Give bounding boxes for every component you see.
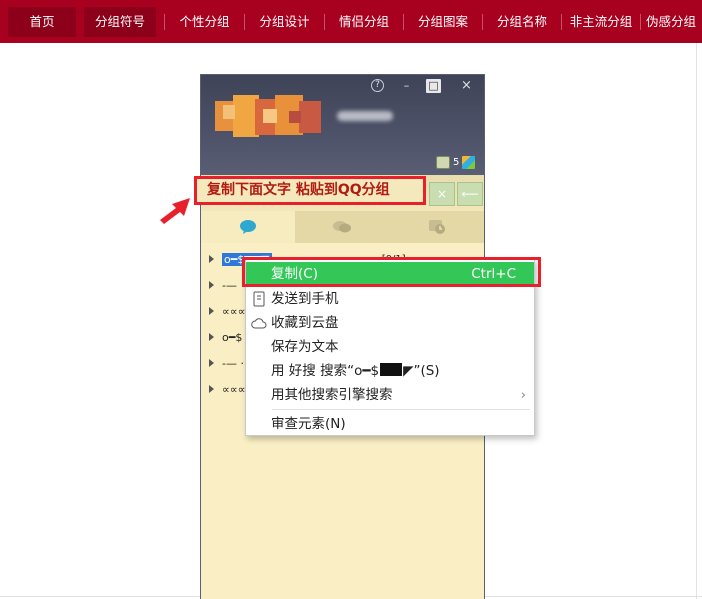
redacted-block xyxy=(380,363,403,376)
menu-item-inspect[interactable]: 审查元素(N) xyxy=(246,412,534,436)
group-row[interactable]: -— · xyxy=(209,353,244,373)
instruction-callout: 复制下面文字 粘贴到QQ分组 xyxy=(194,176,426,205)
search-label-suffix: ◤”(S) xyxy=(403,363,440,379)
menu-item-label: 用 好搜 搜索“o━$ ◤”(S) xyxy=(271,359,440,383)
submenu-chevron-icon: › xyxy=(520,387,526,403)
pointer-arrow-icon xyxy=(160,198,190,224)
nav-alt-groups[interactable]: 非主流分组 xyxy=(562,7,640,37)
group-name: -— xyxy=(222,278,237,292)
avatar xyxy=(215,95,325,137)
menu-item-label: 收藏到云盘 xyxy=(271,315,339,331)
menu-item-label: 用其他搜索引擎搜索 xyxy=(271,387,393,403)
nav-group-symbols[interactable]: 分组符号 xyxy=(84,6,156,37)
menu-item-other-search[interactable]: 用其他搜索引擎搜索 › xyxy=(246,383,534,407)
expand-icon xyxy=(209,255,214,263)
group-row[interactable]: o━$ xyxy=(209,327,242,347)
nav-group-design[interactable]: 分组设计 xyxy=(245,7,324,37)
menu-separator xyxy=(272,409,530,410)
group-name: o━$ xyxy=(222,330,243,344)
nav-group-names[interactable]: 分组名称 xyxy=(483,7,561,37)
help-icon[interactable]: ? xyxy=(371,79,384,92)
group-name: ∝∝∝ xyxy=(222,382,246,396)
recent-clock-icon xyxy=(428,220,445,234)
app-grid-icon[interactable] xyxy=(462,156,476,169)
group-row[interactable]: ∝∝∝ xyxy=(209,379,246,399)
chat-bubble-icon xyxy=(240,220,257,234)
search-label-prefix: 用 好搜 搜索“o━$ xyxy=(271,363,380,379)
menu-item-label: 审查元素(N) xyxy=(271,416,346,432)
nav-home[interactable]: 首页 xyxy=(8,6,76,37)
expand-icon xyxy=(209,359,214,367)
menu-item-search[interactable]: 用 好搜 搜索“o━$ ◤”(S) xyxy=(246,359,534,383)
menu-item-label: 保存为文本 xyxy=(271,339,339,355)
nav-personal-groups[interactable]: 个性分组 xyxy=(165,7,244,37)
qq-tabs xyxy=(201,211,484,243)
group-name: ∝∝∝ xyxy=(222,304,246,318)
mail-count: 5 xyxy=(453,157,460,168)
menu-item-save-to-cloud[interactable]: 收藏到云盘 xyxy=(246,311,534,335)
group-chat-icon xyxy=(333,221,352,233)
menu-item-label: 发送到手机 xyxy=(271,291,339,307)
qq-header: ? – □ × 5 xyxy=(201,75,484,175)
phone-icon xyxy=(253,291,265,307)
expand-icon xyxy=(209,281,214,289)
close-icon[interactable]: × xyxy=(459,79,474,93)
expand-icon xyxy=(209,307,214,315)
status-bar: 5 xyxy=(436,156,476,169)
top-nav: 首页 分组符号 个性分组 分组设计 情侣分组 分组图案 分组名称 非主流分组 伪… xyxy=(0,0,702,43)
nav-sad-groups[interactable]: 伪感分组 xyxy=(641,7,701,37)
menu-item-send-to-phone[interactable]: 发送到手机 xyxy=(246,287,534,311)
nickname xyxy=(337,111,393,121)
group-row[interactable]: -— xyxy=(209,275,237,295)
menu-item-save-as-text[interactable]: 保存为文本 xyxy=(246,335,534,359)
expand-icon xyxy=(209,385,214,393)
tab-groups[interactable] xyxy=(295,211,390,243)
back-arrow-icon[interactable]: ⟵ xyxy=(457,182,483,206)
clear-icon[interactable]: × xyxy=(429,182,455,206)
copy-highlight-box xyxy=(242,257,541,287)
nav-couple-groups[interactable]: 情侣分组 xyxy=(325,7,403,37)
maximize-icon[interactable]: □ xyxy=(426,79,441,93)
cloud-icon xyxy=(251,318,267,329)
tab-recent[interactable] xyxy=(389,211,484,243)
page-edge xyxy=(696,43,697,599)
mail-icon[interactable] xyxy=(436,156,450,169)
tab-contacts[interactable] xyxy=(201,211,296,243)
group-row[interactable]: ∝∝∝ xyxy=(209,301,246,321)
expand-icon xyxy=(209,333,214,341)
minimize-icon[interactable]: – xyxy=(399,79,414,93)
group-name: -— · xyxy=(222,356,244,370)
nav-group-patterns[interactable]: 分组图案 xyxy=(404,7,482,37)
